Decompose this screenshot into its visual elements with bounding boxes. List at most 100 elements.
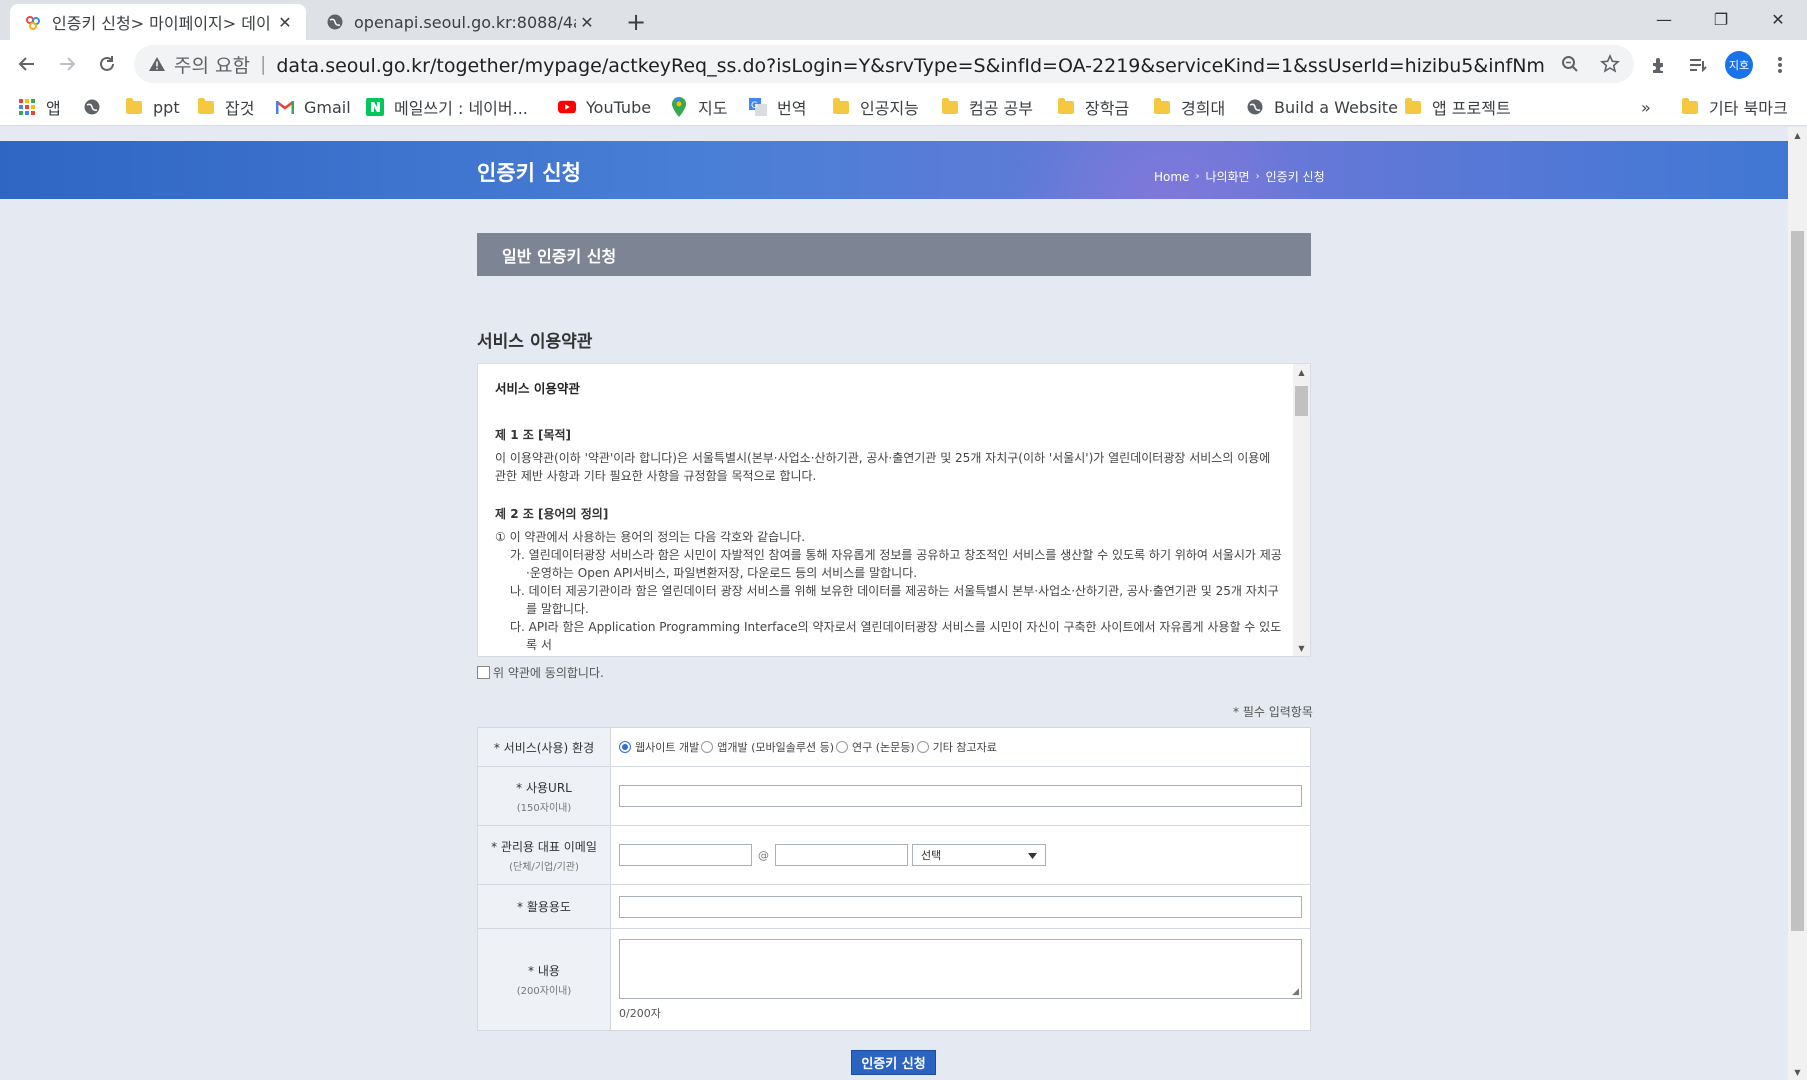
browser-menu-icon[interactable] xyxy=(1767,52,1793,78)
radio-dot[interactable] xyxy=(836,741,848,753)
browser-toolbar: 주의 요함 | data.seoul.go.kr/together/mypage… xyxy=(0,40,1807,88)
radio-label[interactable]: 웹사이트 개발 xyxy=(635,739,699,755)
bookmark-ai[interactable]: 인공지능 xyxy=(832,94,919,120)
terms-article-2-item-c: 다. API라 함은 Application Programming Inter… xyxy=(510,620,1282,652)
scroll-up-icon[interactable]: ▲ xyxy=(1788,127,1807,143)
email-id-input[interactable] xyxy=(619,844,752,866)
bookmark-khu[interactable]: 경희대 xyxy=(1153,94,1225,120)
content-textarea[interactable]: ◢ xyxy=(619,938,1302,999)
bookmark-scholarship[interactable]: 장학금 xyxy=(1057,94,1129,120)
back-icon[interactable] xyxy=(11,48,43,80)
radio-dot[interactable] xyxy=(701,741,714,753)
address-bar[interactable]: 주의 요함 | data.seoul.go.kr/together/mypage… xyxy=(134,45,1634,83)
bookmark-ppt[interactable]: ppt xyxy=(125,94,180,120)
seoul-favicon-icon xyxy=(24,13,42,31)
terms-content: 서비스 이용약관 제 1 조 [목적] 이 이용약관(이하 '약관'이라 합니다… xyxy=(495,380,1285,654)
bookmark-apps[interactable]: 앱 xyxy=(18,94,61,120)
radio-label[interactable]: 앱개발 (모바일솔루션 등) xyxy=(717,739,834,755)
page-scroll-thumb[interactable] xyxy=(1791,231,1804,931)
service-env-label: * 서비스(사용) 환경 xyxy=(478,728,611,766)
bookmark-label: ppt xyxy=(153,97,180,117)
radio-label[interactable]: 기타 참고자료 xyxy=(933,739,997,755)
folder-icon xyxy=(1681,97,1699,116)
bookmark-label: YouTube xyxy=(586,97,652,117)
scroll-down-icon[interactable]: ▼ xyxy=(1293,640,1310,656)
window-close-button[interactable]: ✕ xyxy=(1750,0,1806,38)
radio-website[interactable]: 웹사이트 개발 xyxy=(619,739,699,755)
bookmark-naver-mail[interactable]: 메일쓰기 : 네이버... xyxy=(366,94,528,120)
email-domain-input[interactable] xyxy=(775,844,908,866)
tab-inactive[interactable]: openapi.seoul.go.kr:8088/4a716 ✕ xyxy=(312,4,608,40)
youtube-icon xyxy=(558,98,576,116)
bookmark-star-icon[interactable] xyxy=(1598,52,1622,76)
radio-app[interactable]: 앱개발 (모바일솔루션 등) xyxy=(701,739,834,755)
radio-other[interactable]: 기타 참고자료 xyxy=(916,739,997,755)
bookmark-gmail[interactable]: Gmail xyxy=(276,94,351,120)
naver-icon xyxy=(366,98,384,116)
radio-label[interactable]: 연구 (논문등) xyxy=(852,739,915,755)
bookmarks-overflow-icon[interactable]: » xyxy=(1641,94,1651,120)
security-label[interactable]: 주의 요함 xyxy=(174,51,250,78)
terms-textbox[interactable]: 서비스 이용약관 제 1 조 [목적] 이 이용약관(이하 '약관'이라 합니다… xyxy=(477,363,1311,657)
content-cell: ◢ 0/200자 xyxy=(611,929,1310,1030)
breadcrumb-home[interactable]: Home xyxy=(1154,170,1189,184)
tab-title: openapi.seoul.go.kr:8088/4a716 xyxy=(354,12,576,32)
page-scrollbar[interactable]: ▲ ▼ xyxy=(1788,127,1807,1080)
content-counter: 0/200자 xyxy=(619,1006,661,1020)
folder-icon xyxy=(1153,97,1171,116)
usage-input[interactable] xyxy=(619,895,1302,918)
scroll-thumb[interactable] xyxy=(1295,386,1308,416)
tab-close-icon[interactable]: ✕ xyxy=(576,11,598,33)
bookmark-app-project[interactable]: 앱 프로젝트 xyxy=(1404,94,1511,120)
profile-avatar[interactable]: 지호 xyxy=(1725,51,1753,79)
zoom-icon[interactable] xyxy=(1558,52,1582,76)
use-url-input[interactable] xyxy=(619,785,1302,807)
bookmark-translate[interactable]: G 번역 xyxy=(749,94,806,120)
folder-icon xyxy=(125,97,143,116)
translate-icon: G xyxy=(749,98,767,116)
service-env-options: 웹사이트 개발 앱개발 (모바일솔루션 등) 연구 (논문등) 기타 참고자료 xyxy=(611,728,1310,766)
new-tab-button[interactable]: + xyxy=(622,8,650,36)
url-text[interactable]: data.seoul.go.kr/together/mypage/actkeyR… xyxy=(276,51,1546,78)
globe-icon xyxy=(326,13,344,31)
radio-dot[interactable] xyxy=(916,741,929,753)
tab-active[interactable]: 인증키 신청> 마이페이지> 데이 ✕ xyxy=(10,4,306,40)
row-email: * 관리용 대표 이메일 (단체/기업/기관) @ 선택 xyxy=(478,826,1310,885)
submit-apikey-button[interactable]: 인증키 신청 xyxy=(851,1050,936,1075)
bookmark-cs-study[interactable]: 컴공 공부 xyxy=(941,94,1033,120)
reload-icon[interactable] xyxy=(91,48,123,80)
bookmarks-bar: 앱 ppt 잡것 Gmail 메일쓰기 : 네이버... YouTube 지도 xyxy=(0,88,1807,126)
email-sub-label: (단체/기업/기관) xyxy=(509,861,579,873)
bookmark-maps[interactable]: 지도 xyxy=(670,94,727,120)
minimize-button[interactable]: — xyxy=(1636,0,1692,38)
select-value: 선택 xyxy=(921,849,942,862)
radio-dot[interactable] xyxy=(619,741,631,753)
resize-grip-icon[interactable]: ◢ xyxy=(1292,987,1299,997)
breadcrumb-current: 인증키 신청 xyxy=(1265,170,1325,184)
reading-list-icon[interactable] xyxy=(1685,52,1711,78)
scroll-down-icon[interactable]: ▼ xyxy=(1788,1064,1807,1080)
radio-research[interactable]: 연구 (논문등) xyxy=(836,739,915,755)
folder-icon xyxy=(832,97,850,116)
content-label-text: * 내용 xyxy=(528,964,560,978)
agree-terms[interactable]: 위 약관에 동의합니다. xyxy=(477,664,604,681)
other-bookmarks[interactable]: 기타 북마크 xyxy=(1681,94,1788,120)
email-domain-select[interactable]: 선택 xyxy=(912,844,1046,866)
agree-checkbox[interactable] xyxy=(477,666,490,679)
terms-article-2-intro: ① 이 약관에서 사용하는 용어의 정의는 다음 각호와 같습니다. xyxy=(495,530,806,544)
breadcrumb-mypage[interactable]: 나의화면 xyxy=(1205,168,1249,185)
bookmark-globe[interactable] xyxy=(83,94,111,120)
tab-close-icon[interactable]: ✕ xyxy=(274,11,296,33)
agree-label[interactable]: 위 약관에 동의합니다. xyxy=(493,664,604,681)
bookmark-build-website[interactable]: Build a Website xyxy=(1246,94,1398,120)
warning-icon[interactable] xyxy=(148,56,166,72)
maximize-button[interactable]: ❐ xyxy=(1693,0,1749,38)
scroll-up-icon[interactable]: ▲ xyxy=(1293,364,1310,380)
bookmark-youtube[interactable]: YouTube xyxy=(558,94,651,120)
bookmark-label: Gmail xyxy=(304,97,351,117)
terms-scrollbar[interactable]: ▲ ▼ xyxy=(1293,364,1310,656)
usage-cell xyxy=(611,885,1310,928)
extensions-icon[interactable] xyxy=(1646,52,1672,78)
forward-icon[interactable] xyxy=(51,48,83,80)
bookmark-misc[interactable]: 잡것 xyxy=(197,94,254,120)
